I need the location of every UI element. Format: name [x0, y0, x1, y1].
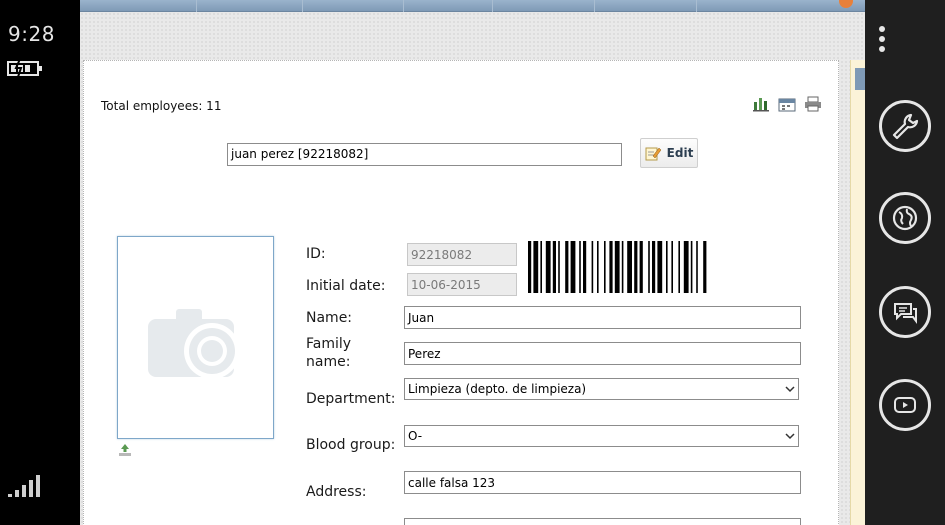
- browser-button[interactable]: [879, 192, 931, 244]
- nav-tab[interactable]: [595, 0, 697, 12]
- nav-tab[interactable]: [493, 0, 595, 12]
- department-select[interactable]: Limpieza (depto. de limpieza): [404, 378, 799, 400]
- employee-selector[interactable]: juan perez [92218082]: [227, 143, 622, 166]
- family-name-field[interactable]: Perez: [404, 342, 801, 365]
- chevron-down-icon: [785, 433, 795, 440]
- address-field[interactable]: calle falsa 123: [404, 471, 801, 494]
- id-field: 92218082: [407, 243, 517, 266]
- calendar-icon[interactable]: [778, 96, 796, 112]
- status-time: 9:28: [8, 22, 55, 46]
- family-name-label-line2: name:: [306, 354, 351, 370]
- initial-date-label: Initial date:: [306, 278, 386, 294]
- department-label: Department:: [306, 391, 396, 407]
- web-content: Total employees: 11 juan perez [92218082…: [80, 0, 865, 525]
- settings-button[interactable]: [879, 100, 931, 152]
- camera-placeholder-icon: [148, 309, 240, 379]
- more-options-icon[interactable]: [879, 26, 887, 56]
- app-bar: [865, 0, 945, 525]
- signal-bars-icon: [8, 475, 40, 497]
- edit-button-label: Edit: [666, 146, 694, 160]
- family-name-label: Family name:: [306, 335, 351, 371]
- initial-date-field: 10-06-2015: [407, 273, 517, 296]
- barcode: [528, 241, 707, 293]
- family-name-label-line1: Family: [306, 336, 352, 352]
- globe-icon: [892, 205, 918, 231]
- messaging-button[interactable]: [879, 286, 931, 338]
- nav-tab[interactable]: [303, 0, 404, 12]
- employee-photo[interactable]: [117, 236, 274, 439]
- employee-panel: Total employees: 11 juan perez [92218082…: [83, 60, 839, 525]
- edit-button[interactable]: Edit: [640, 138, 698, 168]
- wrench-icon: [892, 113, 919, 140]
- notification-dot[interactable]: [839, 0, 853, 8]
- chat-icon: [894, 303, 917, 324]
- name-field[interactable]: Juan: [404, 306, 801, 329]
- sidebar-header: [855, 68, 865, 90]
- department-value: Limpieza (depto. de limpieza): [408, 382, 587, 396]
- print-icon[interactable]: [804, 96, 822, 112]
- status-bar: 9:28: [0, 0, 80, 525]
- chevron-down-icon: [785, 386, 795, 393]
- total-employees: Total employees: 11: [101, 99, 222, 113]
- video-icon: [894, 397, 916, 413]
- next-field[interactable]: [404, 518, 801, 525]
- battery-charging-icon: [7, 59, 42, 77]
- blood-group-value: O-: [408, 429, 423, 443]
- edit-icon: [645, 147, 661, 161]
- name-label: Name:: [306, 310, 353, 326]
- nav-tab[interactable]: [80, 0, 197, 12]
- toolbar: [752, 96, 822, 112]
- blood-group-label: Blood group:: [306, 437, 396, 453]
- address-label: Address:: [306, 484, 367, 500]
- screen: 9:28 Total employees: 11 juan perez [922…: [0, 0, 945, 525]
- right-sidebar: [850, 60, 865, 525]
- chart-icon[interactable]: [752, 96, 770, 112]
- nav-tab[interactable]: [197, 0, 303, 12]
- nav-tab[interactable]: [404, 0, 493, 12]
- upload-photo-icon[interactable]: [118, 443, 132, 457]
- id-label: ID:: [306, 246, 326, 262]
- top-navigation: [80, 0, 865, 12]
- video-button[interactable]: [879, 379, 931, 431]
- blood-group-select[interactable]: O-: [404, 425, 799, 447]
